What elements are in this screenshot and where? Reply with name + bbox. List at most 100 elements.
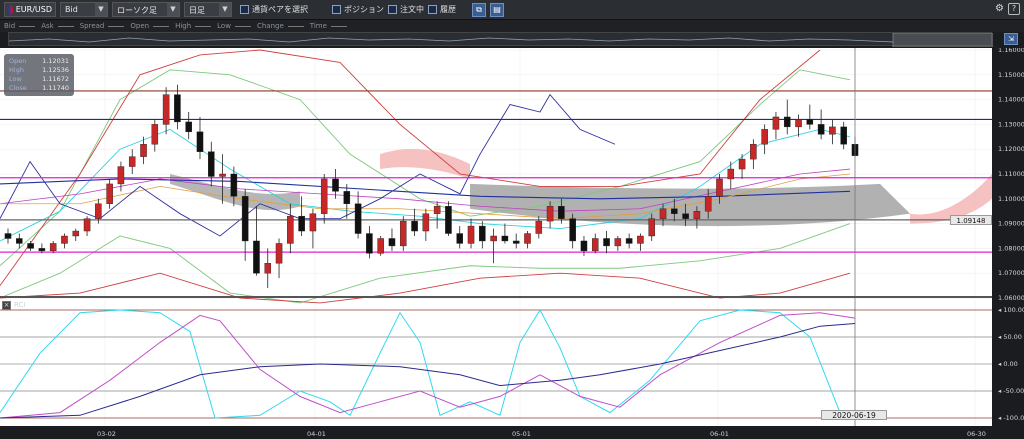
candle-body bbox=[117, 166, 125, 185]
rci-tick-label: ◂ -100.00 bbox=[998, 414, 1024, 422]
history-toggle[interactable]: 履歴 bbox=[428, 4, 456, 15]
time-navigator[interactable] bbox=[8, 32, 994, 48]
legend-ask: Ask bbox=[41, 22, 54, 30]
chart-type-value: ローソク足 bbox=[117, 6, 157, 15]
chevron-down-icon: ▼ bbox=[219, 3, 231, 16]
quote-legend-row: Bid Ask Spread Open High Low Change Time bbox=[0, 20, 1024, 32]
symbol-box[interactable]: EUR/USD bbox=[4, 2, 56, 17]
candle-body bbox=[83, 218, 91, 232]
select-pair-checkbox[interactable] bbox=[240, 5, 249, 14]
orders-checkbox[interactable] bbox=[388, 5, 397, 14]
candle-body bbox=[761, 129, 768, 145]
legend-bid: Bid bbox=[4, 22, 16, 30]
navigator-sparkline bbox=[8, 32, 994, 48]
ohlc-open-value: 1.12031 bbox=[42, 57, 69, 65]
history-checkbox[interactable] bbox=[428, 5, 437, 14]
legend-spread: Spread bbox=[79, 22, 105, 30]
history-label: 履歴 bbox=[440, 5, 456, 14]
select-pair-toggle[interactable]: 通貨ペアを選択 bbox=[240, 4, 308, 15]
candle-body bbox=[806, 119, 814, 125]
candle-body bbox=[580, 240, 588, 252]
candle-body bbox=[16, 238, 23, 244]
candle-body bbox=[422, 213, 430, 232]
rci-tick-label: ◂ 100.00 bbox=[998, 306, 1024, 314]
candle-body bbox=[501, 235, 509, 242]
price-tick-label: 1.11000 bbox=[998, 170, 1024, 178]
candle-body bbox=[445, 206, 452, 234]
navigator-expand-button[interactable]: ⇲ bbox=[1004, 33, 1018, 45]
price-type-value: Bid bbox=[65, 5, 78, 14]
ohlc-close-label: Close bbox=[9, 84, 27, 92]
candle-body bbox=[61, 235, 68, 244]
price-tick-label: 1.08000 bbox=[998, 244, 1024, 252]
candle-body bbox=[603, 238, 610, 247]
candle-body bbox=[625, 238, 633, 244]
timeframe-select[interactable]: 日足 ▼ bbox=[184, 2, 232, 17]
price-tick-label: 1.12000 bbox=[998, 145, 1024, 153]
candle-body bbox=[817, 124, 825, 135]
price-tick-label: 1.07000 bbox=[998, 269, 1024, 277]
candle-body bbox=[693, 210, 701, 219]
candle-body bbox=[750, 144, 757, 160]
close-icon[interactable]: × bbox=[2, 300, 11, 310]
current-price-tag: 1.09148 bbox=[950, 215, 992, 225]
candle-body bbox=[332, 178, 339, 192]
candle-body bbox=[716, 178, 723, 197]
price-chart[interactable]: 1.16000 1.15000 1.14000 1.13000 1.12000 1.110… bbox=[0, 48, 1024, 439]
symbol-label: EUR/USD bbox=[15, 5, 52, 14]
candle-body bbox=[72, 230, 80, 237]
candle-body bbox=[840, 126, 847, 145]
orders-toggle[interactable]: 注文中 bbox=[388, 4, 424, 15]
candle-body bbox=[479, 225, 486, 242]
candle-body bbox=[343, 191, 351, 204]
cursor-date-tag: 2020-06-19 bbox=[821, 410, 887, 420]
time-tick-label: 04-01 bbox=[307, 430, 326, 438]
legend-change: Change bbox=[256, 22, 284, 30]
orders-label: 注文中 bbox=[400, 5, 424, 14]
chart-tools-button[interactable]: ⧉ bbox=[472, 2, 486, 17]
price-type-select[interactable]: Bid ▼ bbox=[60, 2, 108, 17]
rci-tick-label: ◂ -50.00 bbox=[998, 387, 1024, 395]
candle-body bbox=[4, 233, 12, 239]
position-label: ポジション bbox=[344, 5, 384, 14]
gear-icon[interactable]: ⚙ bbox=[995, 3, 1004, 14]
chart-type-select[interactable]: ローソク足 ▼ bbox=[112, 2, 180, 17]
ohlc-info-box: Open 1.12031 High 1.12536 Low 1.11672 Close… bbox=[4, 54, 74, 96]
panel-separator bbox=[0, 296, 992, 298]
price-tick-label: 1.10000 bbox=[998, 195, 1024, 203]
position-toggle[interactable]: ポジション bbox=[332, 4, 384, 15]
candle-body bbox=[524, 233, 531, 244]
candle-body bbox=[704, 196, 712, 212]
expand-icon: ⇲ bbox=[1008, 35, 1014, 43]
layout-icon: ▤ bbox=[493, 4, 501, 14]
candle-body bbox=[185, 121, 192, 133]
chart-toolbar: EUR/USD Bid ▼ ローソク足 ▼ 日足 ▼ 通貨ペアを選択 ポジション… bbox=[0, 0, 1024, 20]
candle-body bbox=[320, 178, 328, 214]
candle-body bbox=[490, 235, 497, 242]
candle-body bbox=[95, 203, 102, 219]
candle-body bbox=[38, 248, 46, 252]
candle-body bbox=[546, 206, 554, 222]
position-checkbox[interactable] bbox=[332, 5, 341, 14]
ohlc-low-value: 1.11672 bbox=[42, 75, 69, 83]
legend-high: High bbox=[175, 22, 192, 30]
time-tick-label: 03-02 bbox=[97, 430, 116, 438]
rci-tick-label: ◂ 50.00 bbox=[998, 333, 1022, 341]
help-icon[interactable]: ? bbox=[1008, 3, 1020, 15]
candle-body bbox=[208, 151, 215, 177]
candle-body bbox=[106, 183, 113, 204]
layout-button[interactable]: ▤ bbox=[490, 2, 504, 17]
candle-body bbox=[287, 215, 294, 244]
time-tick-label: 06-30 bbox=[967, 430, 986, 438]
price-tick-label: 1.09000 bbox=[998, 220, 1024, 228]
candle-body bbox=[637, 235, 644, 244]
rci-indicator-header: × RCI bbox=[2, 300, 25, 310]
candle-body bbox=[354, 203, 362, 234]
price-tick-label: 1.16000 bbox=[998, 48, 1024, 54]
legend-open: Open bbox=[130, 22, 150, 30]
candle-body bbox=[400, 220, 407, 247]
candle-body bbox=[456, 233, 463, 244]
chart-tools-icon: ⧉ bbox=[476, 4, 482, 14]
candle-body bbox=[162, 94, 170, 125]
legend-low: Low bbox=[217, 22, 231, 30]
